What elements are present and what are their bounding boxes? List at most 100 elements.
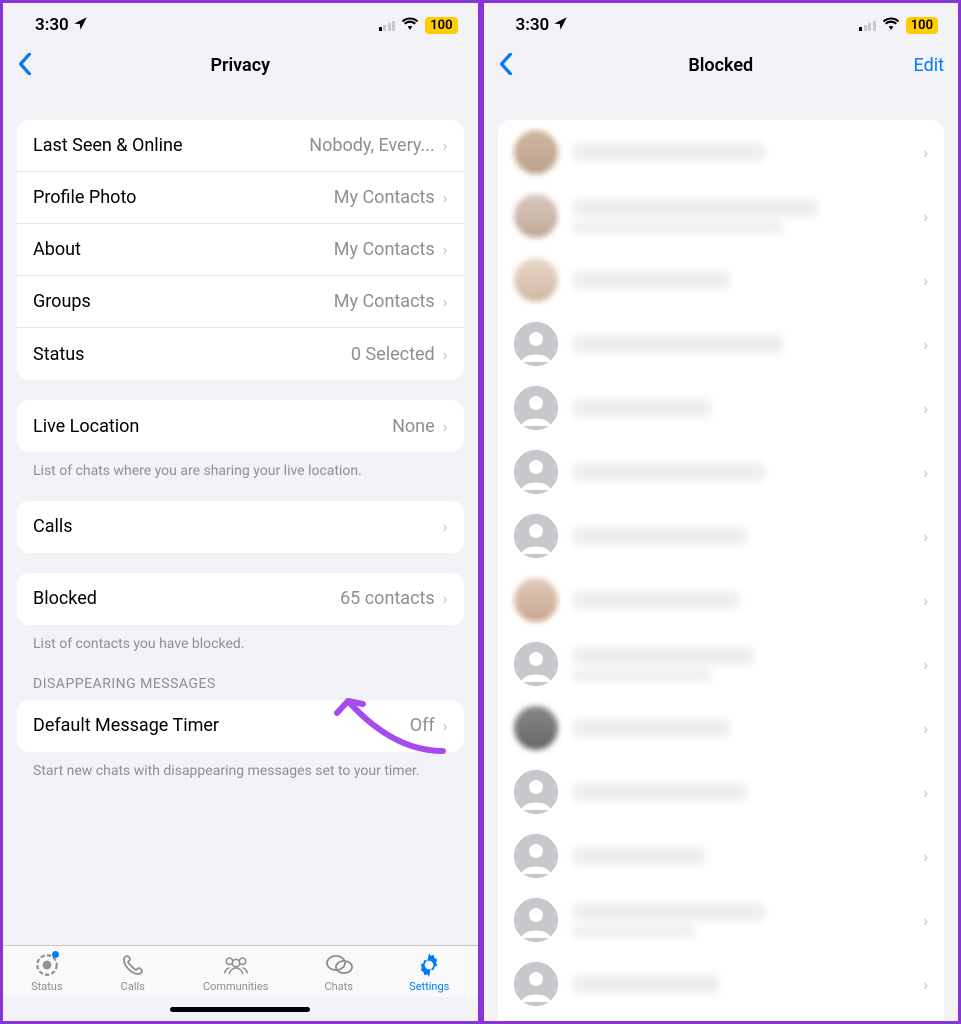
calls-icon (119, 952, 147, 978)
chevron-right-icon: › (923, 719, 928, 738)
blocked-contacts-group: › › › › › (498, 120, 945, 1021)
location-arrow-icon (553, 16, 568, 35)
avatar-placeholder (514, 898, 558, 942)
avatar-placeholder (514, 450, 558, 494)
edit-button[interactable]: Edit (894, 55, 944, 76)
phone-privacy: 3:30 100 Privacy Last Seen & Online Nobo… (0, 0, 481, 1024)
avatar (514, 258, 558, 302)
live-location-footer: List of chats where you are sharing your… (17, 452, 464, 481)
location-arrow-icon (73, 16, 88, 35)
tab-bar: Status Calls Communities Chats Settings (3, 945, 478, 997)
chevron-right-icon: › (443, 345, 448, 364)
blocked-list-scroll[interactable]: › › › › › (484, 94, 959, 1021)
settings-scroll[interactable]: Last Seen & Online Nobody, Every... › Pr… (3, 94, 478, 945)
chevron-right-icon: › (443, 188, 448, 207)
row-last-seen[interactable]: Last Seen & Online Nobody, Every... › (17, 120, 464, 172)
chevron-right-icon: › (923, 783, 928, 802)
avatar (514, 578, 558, 622)
page-title: Privacy (67, 55, 414, 76)
blocked-contact-row[interactable]: › (498, 184, 945, 248)
chevron-right-icon: › (923, 271, 928, 290)
blocked-contact-row[interactable]: › (498, 760, 945, 824)
chevron-right-icon: › (923, 143, 928, 162)
chevron-right-icon: › (443, 716, 448, 735)
avatar-placeholder (514, 962, 558, 1006)
blocked-contact-row[interactable]: › (498, 888, 945, 952)
blocked-contact-row[interactable]: › (498, 952, 945, 1016)
chevron-right-icon: › (923, 399, 928, 418)
blocked-contact-row[interactable]: › (498, 440, 945, 504)
row-blocked[interactable]: Blocked 65 contacts › (17, 573, 464, 625)
wifi-icon (882, 15, 900, 35)
wifi-icon (401, 15, 419, 35)
chevron-right-icon: › (443, 589, 448, 608)
row-groups[interactable]: Groups My Contacts › (17, 276, 464, 328)
blocked-contact-row[interactable]: › (498, 1016, 945, 1021)
avatar-placeholder (514, 770, 558, 814)
blocked-contact-row[interactable]: › (498, 632, 945, 696)
avatar (514, 194, 558, 238)
row-profile-photo[interactable]: Profile Photo My Contacts › (17, 172, 464, 224)
blocked-contact-row[interactable]: › (498, 696, 945, 760)
row-default-timer[interactable]: Default Message Timer Off › (17, 700, 464, 752)
avatar-placeholder (514, 514, 558, 558)
tab-status[interactable]: Status (31, 952, 62, 993)
status-bar: 3:30 100 (484, 3, 959, 41)
chevron-right-icon: › (923, 207, 928, 226)
tab-calls[interactable]: Calls (119, 952, 147, 993)
group-calls: Calls › (17, 501, 464, 553)
back-button[interactable] (17, 49, 67, 82)
blocked-contact-row[interactable]: › (498, 248, 945, 312)
tab-settings[interactable]: Settings (409, 952, 449, 993)
avatar-placeholder (514, 386, 558, 430)
status-icon (33, 952, 61, 978)
chevron-right-icon: › (923, 975, 928, 994)
chevron-right-icon: › (923, 847, 928, 866)
page-title: Blocked (548, 55, 895, 76)
chevron-right-icon: › (923, 463, 928, 482)
group-timer: Default Message Timer Off › (17, 700, 464, 752)
chevron-right-icon: › (923, 911, 928, 930)
avatar (514, 706, 558, 750)
chevron-right-icon: › (443, 240, 448, 259)
nav-bar: Privacy (3, 41, 478, 94)
row-calls[interactable]: Calls › (17, 501, 464, 553)
chevron-right-icon: › (923, 527, 928, 546)
chevron-right-icon: › (443, 292, 448, 311)
nav-bar: Blocked Edit (484, 41, 959, 94)
group-live-location: Live Location None › (17, 400, 464, 452)
back-button[interactable] (498, 49, 548, 82)
group-blocked: Blocked 65 contacts › (17, 573, 464, 625)
avatar-placeholder (514, 322, 558, 366)
blocked-contact-row[interactable]: › (498, 824, 945, 888)
avatar-placeholder (514, 834, 558, 878)
tab-chats[interactable]: Chats (324, 952, 352, 993)
signal-icon (379, 19, 396, 31)
tab-communities[interactable]: Communities (203, 952, 268, 993)
battery-indicator: 100 (425, 17, 457, 34)
group-visibility: Last Seen & Online Nobody, Every... › Pr… (17, 120, 464, 380)
blocked-contact-row[interactable]: › (498, 504, 945, 568)
status-time: 3:30 (35, 15, 69, 35)
chevron-right-icon: › (443, 517, 448, 536)
chevron-right-icon: › (443, 417, 448, 436)
row-status[interactable]: Status 0 Selected › (17, 328, 464, 380)
chevron-right-icon: › (923, 335, 928, 354)
blocked-footer: List of contacts you have blocked. (17, 625, 464, 654)
chevron-right-icon: › (443, 136, 448, 155)
row-about[interactable]: About My Contacts › (17, 224, 464, 276)
blocked-contact-row[interactable]: › (498, 568, 945, 632)
notification-dot (52, 951, 59, 958)
status-time: 3:30 (516, 15, 550, 35)
settings-icon (415, 952, 443, 978)
blocked-contact-row[interactable]: › (498, 312, 945, 376)
avatar-placeholder (514, 642, 558, 686)
avatar (514, 130, 558, 174)
timer-footer: Start new chats with disappearing messag… (17, 752, 464, 793)
home-indicator[interactable] (3, 997, 478, 1021)
blocked-contact-row[interactable]: › (498, 376, 945, 440)
row-live-location[interactable]: Live Location None › (17, 400, 464, 452)
blocked-contact-row[interactable]: › (498, 120, 945, 184)
phone-blocked: 3:30 100 Blocked Edit › (481, 0, 961, 1024)
disappearing-header: DISAPPEARING MESSAGES (17, 654, 464, 700)
